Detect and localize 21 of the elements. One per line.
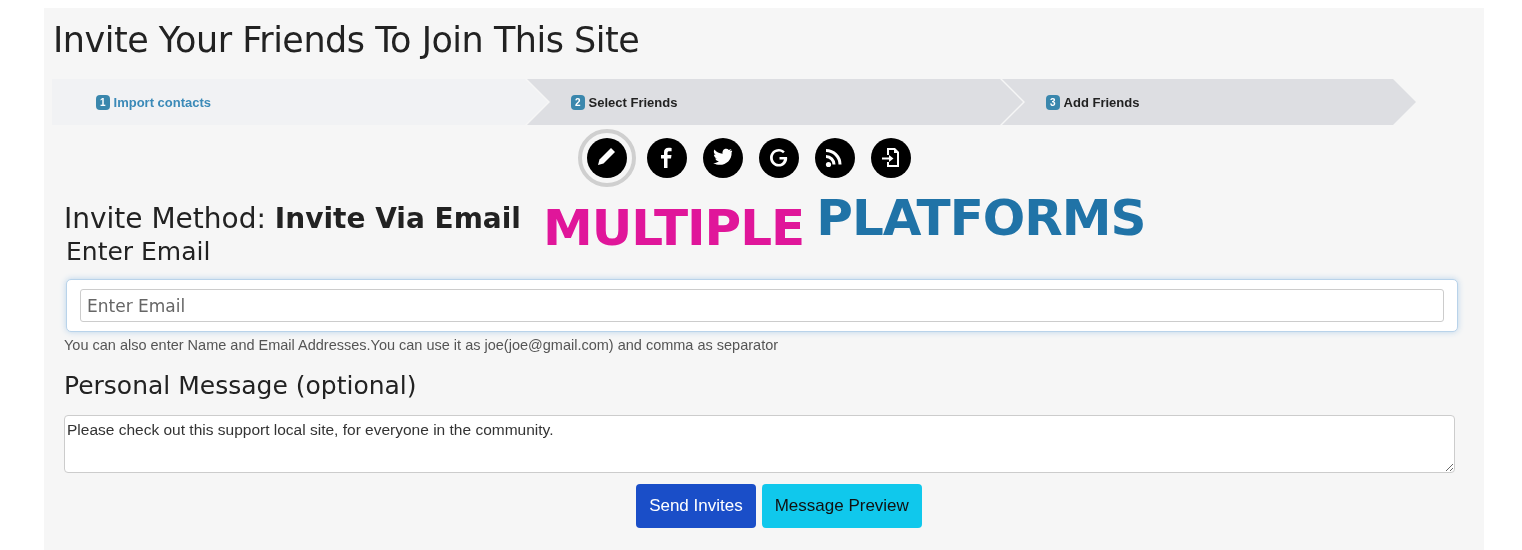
wizard-step[interactable]: 1 Import contacts	[52, 79, 548, 125]
wizard-step[interactable]: 2 Select Friends	[527, 79, 1023, 125]
wizard-step[interactable]: 3 Add Friends	[1002, 79, 1416, 125]
step-label: Select Friends	[588, 94, 678, 110]
banner-text: PLATFORMS	[816, 189, 1146, 247]
email-field[interactable]: Enter Email	[80, 289, 1444, 322]
step-number: 3	[1046, 94, 1060, 110]
invite-method-text: Invite Method: Invite Via Email	[64, 201, 521, 235]
message-preview-button[interactable]: Message Preview	[761, 484, 922, 528]
pencil-icon[interactable]	[578, 129, 636, 187]
send-invites-button[interactable]: Send Invites	[636, 484, 756, 528]
step-label: Import contacts	[113, 94, 212, 110]
step-label: Add Friends	[1063, 94, 1140, 110]
banner-text: MULTIPLE	[542, 199, 805, 257]
field-label: Enter Email	[66, 237, 212, 268]
step-number: 2	[571, 94, 585, 110]
page-title: Invite Your Friends To Join This Site	[52, 19, 641, 62]
message-field[interactable]: Please check out this support local site, for everyone in the community.	[64, 415, 1455, 473]
help-text: You can also enter Name and Email Addresses.You can use it as joe(joe@gmail.com) and comma as separator	[64, 337, 780, 353]
field-label: Personal Message (optional)	[64, 371, 418, 402]
step-number: 1	[96, 94, 110, 110]
